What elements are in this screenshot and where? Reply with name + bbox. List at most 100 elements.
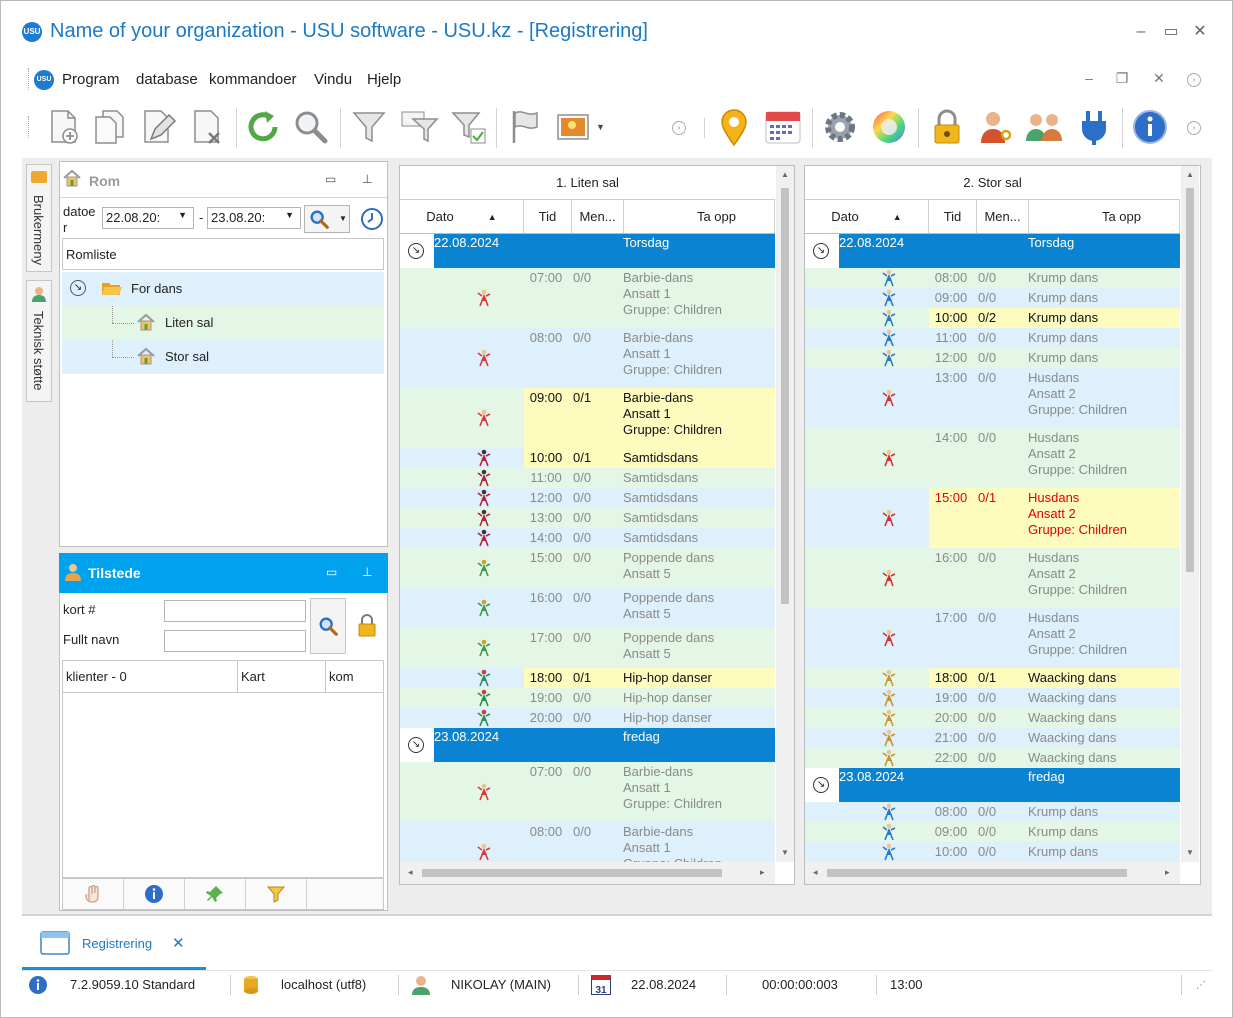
date-from-field[interactable]: 22.08.20: ▼ [102, 207, 194, 229]
lock-icon[interactable] [356, 613, 378, 637]
filter-icon[interactable] [346, 104, 392, 150]
flag-icon[interactable] [502, 104, 548, 150]
side-tab-support[interactable]: Teknisk støtte [26, 280, 52, 402]
date-to-field[interactable]: 23.08.20: ▼ [207, 207, 301, 229]
chevron-down-icon[interactable]: ▼ [339, 214, 347, 223]
column-date[interactable]: Dato ▲ [805, 200, 929, 234]
lock-icon[interactable] [924, 104, 970, 150]
collapse-icon[interactable]: ↘ [70, 280, 86, 296]
present-panel-maximize-button[interactable]: ▭ [326, 565, 337, 579]
horizontal-scrollbar[interactable]: ◂ ▸ [400, 862, 775, 884]
rooms-panel-pin-icon[interactable]: ⊥ [362, 172, 372, 186]
menubar-more-icon[interactable]: › [1187, 73, 1201, 87]
collapse-icon[interactable]: ↘ [408, 243, 424, 259]
card-number-input[interactable] [164, 600, 306, 622]
program-menu-icon[interactable]: USU [34, 70, 54, 90]
scrollbar-thumb[interactable] [781, 188, 789, 604]
column-record[interactable]: Ta opp [1029, 200, 1180, 234]
schedule-row[interactable]: 07:00 0/0 Barbie-dans Ansatt 1 Gruppe: Child… [400, 268, 775, 328]
schedule-row[interactable]: 08:00 0/0 Krump dans [805, 802, 1180, 822]
search-icon[interactable] [288, 104, 334, 150]
calendar-icon[interactable] [760, 104, 806, 150]
hand-button[interactable] [63, 879, 124, 909]
chevron-down-icon[interactable]: ▼ [285, 210, 294, 220]
column-count[interactable]: Men... [572, 200, 624, 234]
scroll-down-icon[interactable]: ▼ [781, 848, 789, 857]
schedule-row[interactable]: 09:00 0/0 Krump dans [805, 288, 1180, 308]
column-comment[interactable]: kom [329, 669, 354, 684]
schedule-row[interactable]: 12:00 0/0 Samtidsdans [400, 488, 775, 508]
clear-filter-button[interactable] [246, 879, 307, 909]
schedule-row[interactable]: 21:00 0/0 Waacking dans [805, 728, 1180, 748]
menu-commands[interactable]: kommandoer [209, 71, 297, 88]
color-wheel-icon[interactable] [866, 104, 912, 150]
resize-grip-icon[interactable]: ⋰ [1196, 980, 1206, 991]
schedule-row[interactable]: 16:00 0/0 Husdans Ansatt 2 Gruppe: Children [805, 548, 1180, 608]
menu-program[interactable]: Program [62, 71, 120, 88]
schedule-row[interactable]: 12:00 0/0 Krump dans [805, 348, 1180, 368]
maximize-button[interactable]: ▭ [1162, 22, 1180, 42]
scroll-up-icon[interactable]: ▲ [781, 170, 789, 179]
vertical-scrollbar[interactable]: ▲ ▼ [1181, 166, 1199, 862]
user-key-icon[interactable] [973, 104, 1019, 150]
scroll-left-icon[interactable]: ◂ [408, 867, 413, 878]
add-record-icon[interactable] [40, 104, 86, 150]
schedule-row[interactable]: 18:00 0/1 Waacking dans [805, 668, 1180, 688]
close-button[interactable]: ✕ [1191, 22, 1209, 42]
present-panel-pin-icon[interactable]: ⊥ [362, 565, 372, 579]
column-record[interactable]: Ta opp [624, 200, 775, 234]
schedule-row[interactable]: 19:00 0/0 Hip-hop danser [400, 688, 775, 708]
collapse-icon[interactable]: ↘ [813, 243, 829, 259]
info-icon[interactable] [1127, 104, 1173, 150]
location-pin-icon[interactable] [711, 104, 757, 150]
column-card[interactable]: Kart [241, 669, 265, 684]
schedule-row[interactable]: 20:00 0/0 Waacking dans [805, 708, 1180, 728]
schedule-row[interactable]: 20:00 0/0 Hip-hop danser [400, 708, 775, 728]
scroll-up-icon[interactable]: ▲ [1186, 170, 1194, 179]
schedule-row[interactable]: 08:00 0/0 Krump dans [805, 268, 1180, 288]
tree-group-for-dans[interactable]: ↘ For dans [62, 272, 384, 306]
schedule-row[interactable]: 10:00 0/1 Samtidsdans [400, 448, 775, 468]
info-button[interactable] [124, 879, 185, 909]
schedule-row[interactable]: 08:00 0/0 Barbie-dansAnsatt 1Gruppe: Child… [400, 328, 775, 388]
day-group-row[interactable]: ↘ 22.08.2024 Torsdag [805, 234, 1180, 268]
schedule-row[interactable]: 09:00 0/1 Barbie-dans Ansatt 1 Gruppe: Child… [400, 388, 775, 448]
room-list-header[interactable]: Romliste [62, 238, 384, 270]
date-search-button[interactable]: ▼ [304, 205, 350, 233]
copy-record-icon[interactable] [86, 104, 132, 150]
scrollbar-thumb[interactable] [827, 869, 1127, 877]
image-dropdown-icon[interactable]: ▼ [596, 122, 605, 132]
schedule-row[interactable]: 11:00 0/0 Samtidsdans [400, 468, 775, 488]
schedule-row[interactable]: 14:00 0/0 Samtidsdans [400, 528, 775, 548]
side-tab-user-menu[interactable]: Brukermeny [26, 164, 52, 272]
schedule-row[interactable]: 15:00 0/0 Poppende dans Ansatt 5 [400, 548, 775, 588]
schedule-row[interactable]: 16:00 0/0 Poppende dans Ansatt 5 [400, 588, 775, 628]
scroll-down-icon[interactable]: ▼ [1186, 848, 1194, 857]
schedule-row[interactable]: 13:00 0/0 Husdans Ansatt 2 Gruppe: Children [805, 368, 1180, 428]
scroll-right-icon[interactable]: ▸ [1165, 867, 1170, 878]
schedule-row[interactable]: 10:00 0/0 Krump dans [805, 842, 1180, 862]
tree-room-liten-sal[interactable]: Liten sal [62, 306, 384, 340]
day-group-row[interactable]: ↘ 23.08.2024 fredag [400, 728, 775, 762]
schedule-row[interactable]: 14:00 0/0 Husdans Ansatt 2 Gruppe: Children [805, 428, 1180, 488]
mdi-restore-button[interactable]: ❐ [1112, 70, 1132, 87]
schedule-row[interactable]: 11:00 0/0 Krump dans [805, 328, 1180, 348]
collapse-icon[interactable]: ↘ [408, 737, 424, 753]
schedule-row[interactable]: 09:00 0/0 Krump dans [805, 822, 1180, 842]
scroll-left-icon[interactable]: ◂ [813, 867, 818, 878]
menu-database[interactable]: database [136, 71, 198, 88]
edit-record-icon[interactable] [134, 104, 180, 150]
schedule-row[interactable]: 10:00 0/2 Krump dans [805, 308, 1180, 328]
column-time[interactable]: Tid [524, 200, 572, 234]
schedule-row[interactable]: 19:00 0/0 Waacking dans [805, 688, 1180, 708]
apply-filter-icon[interactable] [446, 104, 492, 150]
delete-record-icon[interactable] [184, 104, 230, 150]
schedule-row[interactable]: 13:00 0/0 Samtidsdans [400, 508, 775, 528]
menu-window[interactable]: Vindu [314, 71, 352, 88]
collapse-icon[interactable]: ↘ [813, 777, 829, 793]
day-group-row[interactable]: ↘ 22.08.2024 Torsdag [400, 234, 775, 268]
schedule-row[interactable]: 22:00 0/0 Waacking dans [805, 748, 1180, 768]
schedule-row[interactable]: 18:00 0/1 Hip-hop danser [400, 668, 775, 688]
document-tab-registrering[interactable]: Registrering ✕ [22, 916, 206, 970]
schedule-row[interactable]: 15:00 0/1 Husdans Ansatt 2 Gruppe: Children [805, 488, 1180, 548]
